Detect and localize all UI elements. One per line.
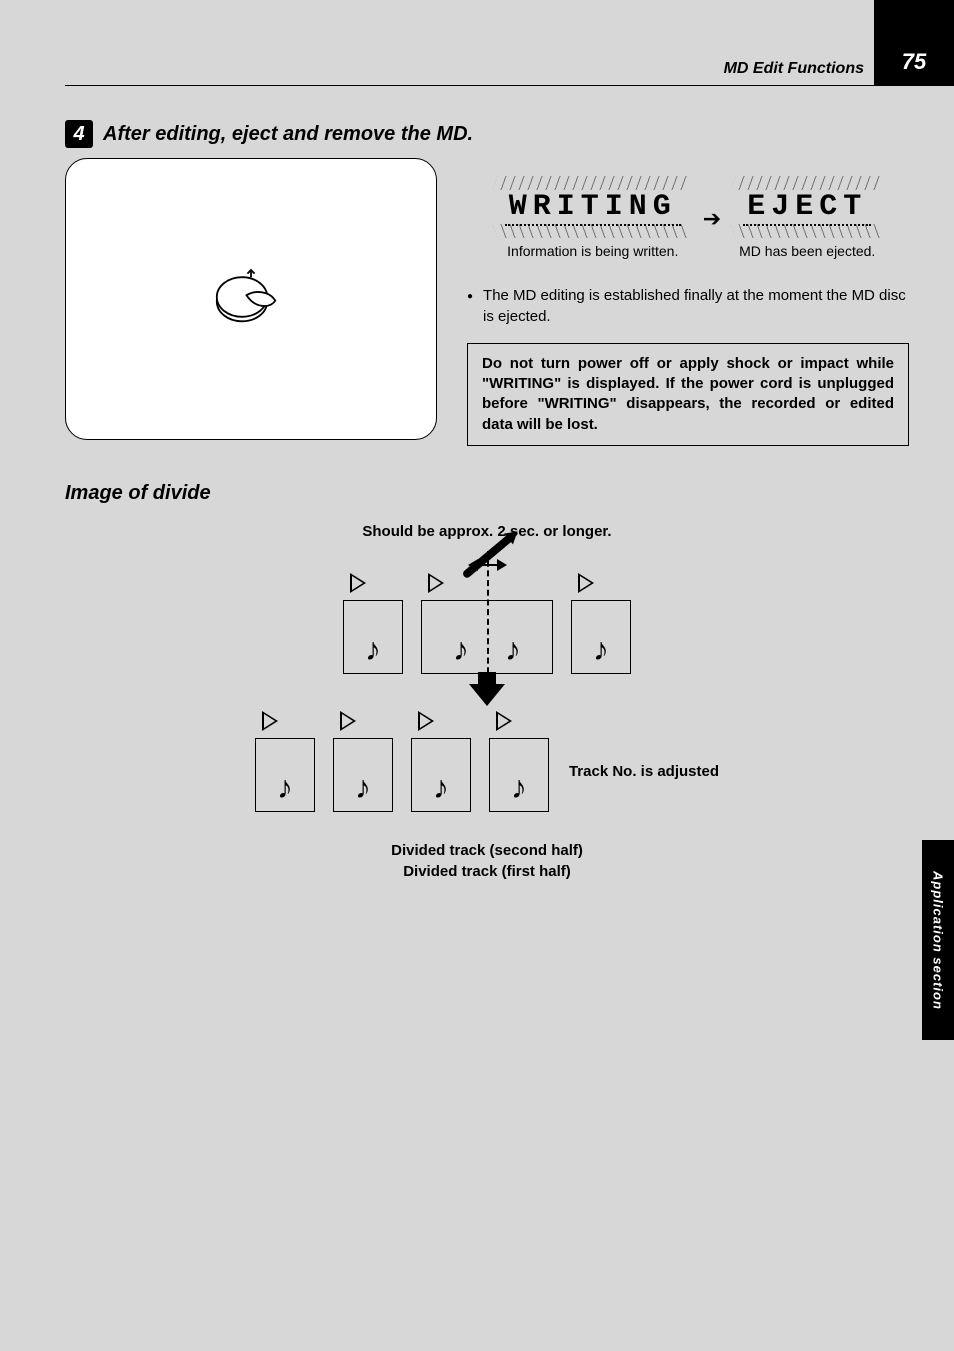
music-note-icon: ♪ [593,633,609,665]
track-tile-first-half: ♪ [333,738,393,812]
note-bullet: The MD editing is established finally at… [467,285,909,327]
label-first-half: Divided track (first half) [403,863,571,880]
track-tile: ♪ [489,738,549,812]
label-track-adjusted: Track No. is adjusted [569,763,719,780]
music-note-icon: ♪ [365,633,381,665]
writing-text: WRITING [505,190,681,226]
track-tile: ♪ [343,600,403,674]
eject-illustration-panel [65,158,437,440]
step-title: After editing, eject and remove the MD. [103,123,473,146]
span-arrow-icon [468,555,507,569]
step-number-badge: 4 [65,120,93,148]
music-note-icon: ♪ [453,633,469,665]
music-note-icon: ♪ [505,633,521,665]
eject-display: EJECT MD has been ejected. [733,178,881,261]
play-icon [350,573,366,593]
play-icon [428,573,444,593]
divide-diagram: Should be approx. 2 sec. or longer. ♪ ♪ … [65,515,909,880]
music-note-icon: ♪ [277,771,293,803]
warning-box: Do not turn power off or apply shock or … [467,343,909,446]
side-tab-label: Application section [931,871,946,1010]
manual-page: 75 MD Edit Functions 4 After editing, ej… [0,0,954,1351]
track-tile-wide: ♪ ♪ [421,600,553,674]
step-heading: 4 After editing, eject and remove the MD… [65,120,909,148]
track-tile: ♪ [571,600,631,674]
section-label: MD Edit Functions [724,60,864,78]
eject-caption: MD has been ejected. [733,242,881,261]
play-icon [578,573,594,593]
music-note-icon: ♪ [355,771,371,803]
track-tile-second-half: ♪ [411,738,471,812]
step-number: 4 [73,123,84,146]
divide-top-note: Should be approx. 2 sec. or longer. [362,523,611,540]
warning-text: Do not turn power off or apply shock or … [482,355,894,433]
page-number-tab: 75 [874,0,954,85]
header-rule [65,85,954,86]
side-tab: Application section [922,840,954,1040]
page-number: 75 [902,49,926,75]
arrow-right-icon: ➔ [703,206,721,232]
down-arrow-icon [469,684,505,706]
writing-display: WRITING Information is being written. [495,178,691,261]
play-icon [262,711,278,731]
play-icon [340,711,356,731]
split-line [487,551,489,683]
track-tile: ♪ [255,738,315,812]
play-icon [496,711,512,731]
label-second-half: Divided track (second half) [391,842,583,859]
music-note-icon: ♪ [511,771,527,803]
divide-heading: Image of divide [65,482,909,505]
eject-text: EJECT [743,190,871,226]
play-icon [418,711,434,731]
music-note-icon: ♪ [433,771,449,803]
status-displays: WRITING Information is being written. ➔ … [467,158,909,446]
writing-caption: Information is being written. [495,242,691,261]
bullet-text: The MD editing is established finally at… [483,285,909,327]
eject-hand-icon [206,252,296,347]
